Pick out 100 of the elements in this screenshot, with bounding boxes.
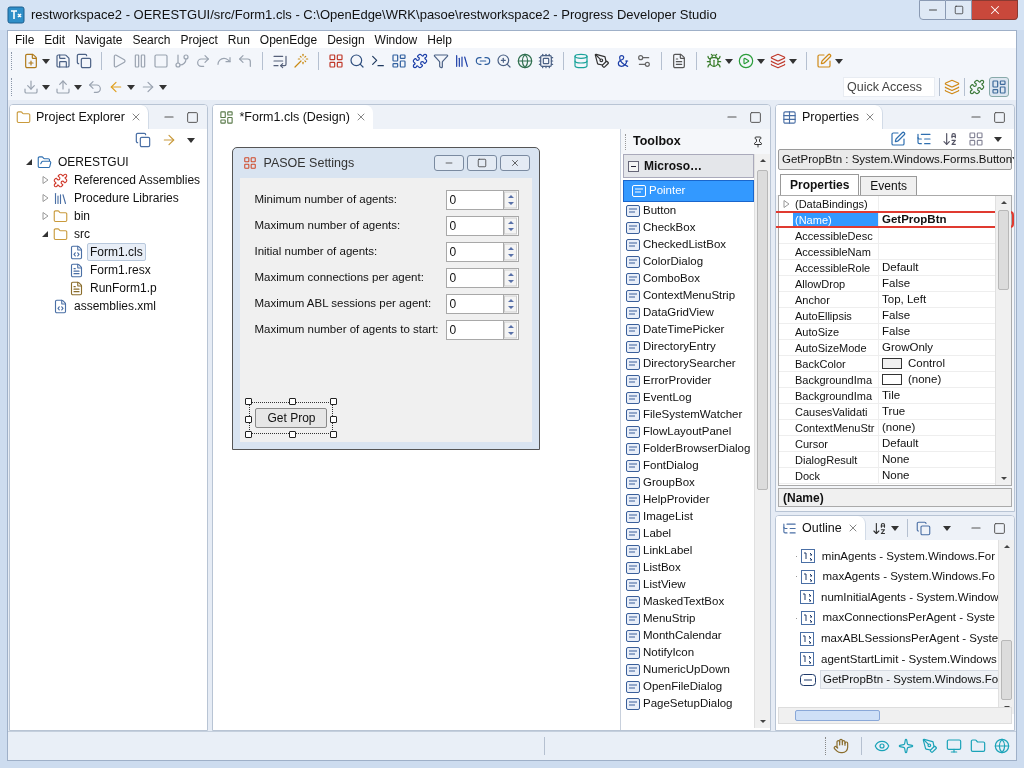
menu-item[interactable]: OpenEdge <box>259 30 318 49</box>
toolbox-item[interactable]: DirectoryEntry <box>623 338 754 355</box>
terminal-icon[interactable] <box>370 53 386 69</box>
property-value[interactable]: None <box>882 466 910 485</box>
tree-view-icon[interactable] <box>916 131 932 147</box>
document-icon[interactable] <box>671 53 687 69</box>
assemblies-icon[interactable] <box>53 172 68 188</box>
list-icon[interactable] <box>272 53 288 69</box>
collapse-all-icon[interactable] <box>135 132 152 148</box>
menu-item[interactable]: Run <box>227 30 250 49</box>
toolbox-item[interactable]: EventLog <box>623 389 754 406</box>
edit-icon[interactable] <box>890 131 906 147</box>
property-value[interactable]: GetPropBtn <box>882 210 947 229</box>
database-icon[interactable] <box>573 53 589 69</box>
toolbox-item[interactable]: CheckedListBox <box>623 236 754 253</box>
number-field[interactable]: 0 <box>446 320 504 340</box>
property-value[interactable]: (none) <box>882 418 916 437</box>
perspective-icon[interactable] <box>944 79 960 95</box>
scroll-thumb[interactable] <box>1001 640 1012 700</box>
property-name[interactable]: CausesValidati <box>793 404 879 419</box>
stack-icon[interactable] <box>770 53 786 69</box>
toolbox-item[interactable]: DataGridView <box>623 304 754 321</box>
table-icon[interactable] <box>782 109 797 125</box>
chip-icon[interactable] <box>538 53 554 69</box>
menu-item[interactable]: Edit <box>44 30 66 49</box>
toolbox-item[interactable]: ListBox <box>623 559 754 576</box>
scroll-thumb[interactable] <box>998 210 1009 290</box>
toolbox-item[interactable]: ListView <box>623 576 754 593</box>
design-perspective-icon[interactable] <box>991 79 1007 95</box>
folder-icon[interactable] <box>53 208 68 224</box>
number-field[interactable]: 0 <box>446 242 504 262</box>
expanded-triangle-icon[interactable] <box>40 229 50 239</box>
property-name[interactable]: AllowDrop <box>793 276 879 291</box>
collapsed-triangle-icon[interactable] <box>781 198 791 209</box>
menu-item[interactable]: Search <box>132 30 171 49</box>
outline-item[interactable]: maxAgents - System.Windows.Fo <box>819 567 998 587</box>
number-field[interactable]: 0 <box>446 294 504 314</box>
outline-icon[interactable] <box>782 520 797 536</box>
toolbox-item[interactable]: Label <box>623 525 754 542</box>
outline-item[interactable]: minAgents - System.Windows.For <box>818 546 998 566</box>
scroll-thumb[interactable] <box>757 170 768 490</box>
dropdown-caret-icon[interactable] <box>42 58 50 64</box>
save-all-icon[interactable] <box>76 53 92 69</box>
toolbox-item[interactable]: DateTimePicker <box>623 321 754 338</box>
property-value[interactable]: Tile <box>882 386 901 405</box>
dropdown-caret-icon[interactable] <box>159 84 167 90</box>
view-tab[interactable]: Outline <box>776 516 866 540</box>
spin-arrows-icon[interactable] <box>503 320 520 340</box>
outline-item[interactable]: agentStartLimit - System.Windows <box>818 649 1000 669</box>
maximize-icon[interactable] <box>477 158 488 168</box>
property-value[interactable]: False <box>882 274 911 293</box>
get-prop-button[interactable]: Get Prop <box>255 408 328 428</box>
xml-file-icon[interactable] <box>53 298 68 314</box>
maximize-icon[interactable] <box>993 110 1006 124</box>
property-name[interactable]: (DataBindings) <box>793 196 879 211</box>
number-field[interactable]: 0 <box>446 216 504 236</box>
toolbox-item[interactable]: ColorDialog <box>623 253 754 270</box>
dropdown-caret-icon[interactable] <box>994 136 1002 142</box>
property-name[interactable]: AccessibleDesc <box>793 228 879 243</box>
toolbox-item[interactable]: OpenFileDialog <box>623 678 754 695</box>
menu-item[interactable]: File <box>15 30 35 49</box>
procedure-file-icon[interactable] <box>69 280 84 296</box>
folder-icon[interactable] <box>16 109 31 125</box>
property-value[interactable]: GrowOnly <box>882 338 934 357</box>
property-name[interactable]: BackgroundIma <box>793 388 879 403</box>
collapse-icon[interactable] <box>628 160 639 172</box>
eye-icon[interactable] <box>874 738 890 754</box>
tree-item[interactable]: Form1.cls <box>87 243 146 261</box>
properties-tab[interactable]: Events <box>860 176 918 195</box>
tree-item[interactable]: bin <box>71 207 93 225</box>
tree-item[interactable]: OERESTGUI <box>55 153 132 171</box>
sort-icon[interactable] <box>871 520 887 536</box>
quick-access-field[interactable]: Quick Access <box>843 77 935 97</box>
outline-item[interactable]: maxABLSessionsPerAgent - Syste <box>818 629 1002 649</box>
toolbox-item[interactable]: FolderBrowserDialog <box>623 440 754 457</box>
dropdown-caret-icon[interactable] <box>187 137 196 143</box>
form-minimize-button[interactable] <box>434 155 465 171</box>
form-maximize-button[interactable] <box>467 155 498 171</box>
property-name[interactable]: AccessibleNam <box>793 244 879 259</box>
toolbox-item[interactable]: CheckBox <box>623 219 754 236</box>
property-name[interactable]: DialogResult <box>793 452 879 467</box>
globe-icon[interactable] <box>517 53 533 69</box>
horizontal-scrollbar[interactable] <box>778 707 1012 724</box>
maximize-button[interactable] <box>946 0 972 20</box>
class-file-icon[interactable] <box>69 244 84 260</box>
view-tab[interactable]: Project Explorer <box>10 105 149 129</box>
toolbox-group-header[interactable]: Microso… <box>623 154 754 178</box>
close-button[interactable] <box>972 0 1018 20</box>
toolbox-item[interactable]: FlowLayoutPanel <box>623 423 754 440</box>
gear-icon[interactable] <box>636 53 652 69</box>
close-icon[interactable] <box>510 158 521 168</box>
monitor-icon[interactable] <box>946 738 962 754</box>
property-name[interactable]: AutoSize <box>793 324 879 339</box>
maximize-icon[interactable] <box>953 5 964 15</box>
property-name[interactable]: AutoSizeMode <box>793 340 879 355</box>
dropdown-caret-icon[interactable] <box>74 84 82 90</box>
sort-az-icon[interactable] <box>942 131 958 147</box>
scroll-thumb[interactable] <box>795 710 880 721</box>
maximize-icon[interactable] <box>186 110 200 124</box>
pin-icon[interactable] <box>752 135 764 148</box>
